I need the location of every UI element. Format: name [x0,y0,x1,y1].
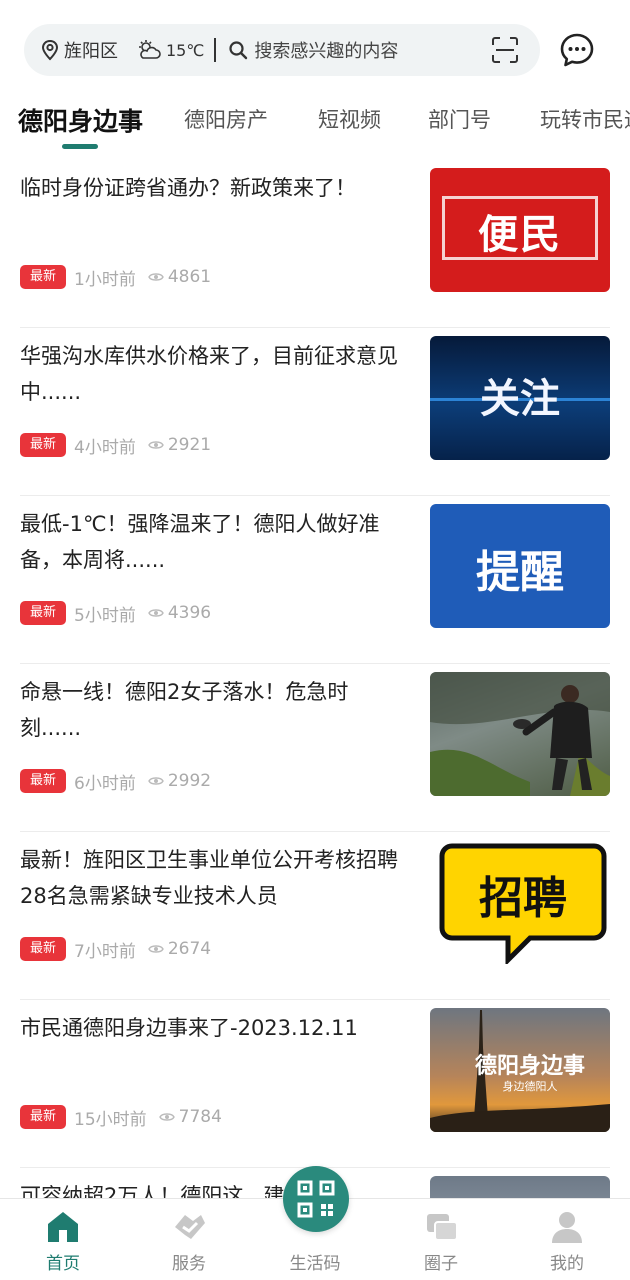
news-time: 5小时前 [74,605,136,626]
eye-icon [148,945,164,953]
news-item[interactable]: 最新！旌阳区卫生事业单位公开考核招聘28名急需紧缺专业技术人员 最新 7小时前 … [0,832,630,1000]
eye-icon [148,273,164,281]
news-time: 15小时前 [74,1109,147,1130]
search-input[interactable]: 搜索感兴趣的内容 [254,37,490,63]
location-pin-icon[interactable] [40,39,60,61]
eye-icon [148,441,164,449]
message-icon[interactable] [559,32,595,68]
new-badge: 最新 [20,937,67,961]
news-item[interactable]: 市民通德阳身边事来了-2023.12.11 最新 15小时前 7784 德阳身边… [0,1000,630,1168]
news-views: 4861 [167,267,212,287]
thumb-caption: 招聘 [479,873,567,924]
scan-icon[interactable] [490,35,520,65]
news-thumbnail[interactable]: 提醒 [430,504,610,628]
news-thumbnail[interactable] [430,1176,610,1198]
news-meta: 最新 4小时前 2921 [20,432,211,458]
news-title[interactable]: 华强沟水库供水价格来了，目前征求意见中...... [20,338,406,410]
news-meta: 最新 1小时前 4861 [20,264,211,290]
tab-department[interactable]: 部门号 [428,104,491,134]
new-badge: 最新 [20,265,67,289]
news-title[interactable]: 最新！旌阳区卫生事业单位公开考核招聘28名急需紧缺专业技术人员 [20,842,406,914]
news-meta: 最新 15小时前 7784 [20,1104,222,1130]
news-views: 7784 [178,1107,222,1127]
river-rescue-photo [430,672,610,796]
thumb-caption: 便民 [478,212,562,258]
thumb-caption: 关注 [480,375,560,422]
news-photo-thumbnail[interactable]: 德阳身边事 身边德阳人 [430,1008,610,1132]
home-icon [48,1212,78,1242]
news-thumbnail[interactable]: 便民 [430,168,610,292]
tab-citizen[interactable]: 玩转市民通 [540,104,630,134]
partly-cloudy-icon [139,40,161,59]
qr-code-icon [297,1180,335,1218]
divider [214,38,217,62]
news-thumbnail[interactable]: 关注 [430,336,610,460]
location-label[interactable]: 旌阳区 [64,37,118,63]
thumb-subcaption: 身边德阳人 [502,1080,558,1093]
new-badge: 最新 [20,433,67,457]
user-icon [552,1212,582,1243]
temperature-label: 15℃ [166,40,205,60]
news-feed[interactable]: 临时身份证跨省通办？新政策来了！ 最新 1小时前 4861 便民 华强沟水库供水… [0,160,630,1198]
eye-icon [148,777,164,785]
top-bar: 旌阳区 15℃ 搜索感兴趣的内容 [0,0,630,96]
thumb-caption: 提醒 [476,547,564,598]
eye-icon [158,1113,175,1121]
new-badge: 最新 [20,601,67,625]
nav-label: 圈子 [424,1254,458,1274]
news-time: 7小时前 [74,941,136,962]
nav-home[interactable]: 首页 [0,1199,126,1280]
news-thumbnail[interactable]: 招聘 [430,840,610,964]
nav-label: 服务 [172,1254,206,1274]
qr-code-button[interactable] [283,1166,349,1232]
nav-circle[interactable]: 圈子 [378,1199,504,1280]
nav-service[interactable]: 服务 [126,1199,252,1280]
new-badge: 最新 [20,769,67,793]
news-views: 2921 [167,435,212,455]
news-time: 4小时前 [74,437,136,458]
news-time: 1小时前 [74,269,136,290]
tab-short-video[interactable]: 短视频 [318,104,381,134]
news-title[interactable]: 命悬一线！德阳2女子落水！危急时刻...... [20,674,406,746]
news-meta: 最新 5小时前 4396 [20,600,211,626]
news-views: 4396 [167,603,212,623]
news-title[interactable]: 临时身份证跨省通办？新政策来了！ [20,170,406,206]
nav-label: 首页 [46,1254,80,1274]
news-meta: 最新 7小时前 2674 [20,936,211,962]
news-time: 6小时前 [74,773,136,794]
news-item[interactable]: 临时身份证跨省通办？新政策来了！ 最新 1小时前 4861 便民 [0,160,630,328]
news-item[interactable]: 最低-1℃！强降温来了！德阳人做好准备，本周将...... 最新 5小时前 43… [0,496,630,664]
thumb-caption: 德阳身边事 [474,1054,585,1079]
search-bar[interactable]: 旌阳区 15℃ 搜索感兴趣的内容 [24,24,540,76]
news-item[interactable]: 华强沟水库供水价格来了，目前征求意见中...... 最新 4小时前 2921 关… [0,328,630,496]
news-title[interactable]: 最低-1℃！强降温来了！德阳人做好准备，本周将...... [20,506,406,578]
news-title[interactable]: 市民通德阳身边事来了-2023.12.11 [20,1010,406,1046]
nav-profile[interactable]: 我的 [504,1199,630,1280]
active-tab-indicator [62,144,98,149]
tab-dysbs[interactable]: 德阳身边事 [18,102,143,138]
eye-icon [148,609,164,617]
news-photo-thumbnail[interactable] [430,672,610,796]
tab-housing[interactable]: 德阳房产 [184,104,268,134]
nav-label: 生活码 [289,1254,341,1274]
nav-label: 我的 [550,1254,584,1274]
category-tabs: 德阳身边事 德阳房产 短视频 部门号 玩转市民通 [0,96,630,156]
new-badge: 最新 [20,1105,67,1129]
search-icon[interactable] [228,40,248,60]
news-item[interactable]: 命悬一线！德阳2女子落水！危急时刻...... 最新 6小时前 2992 [0,664,630,832]
news-views: 2674 [167,939,212,959]
service-icon [175,1215,205,1239]
news-meta: 最新 6小时前 2992 [20,768,211,794]
circle-icon [427,1214,458,1241]
news-views: 2992 [167,771,212,791]
